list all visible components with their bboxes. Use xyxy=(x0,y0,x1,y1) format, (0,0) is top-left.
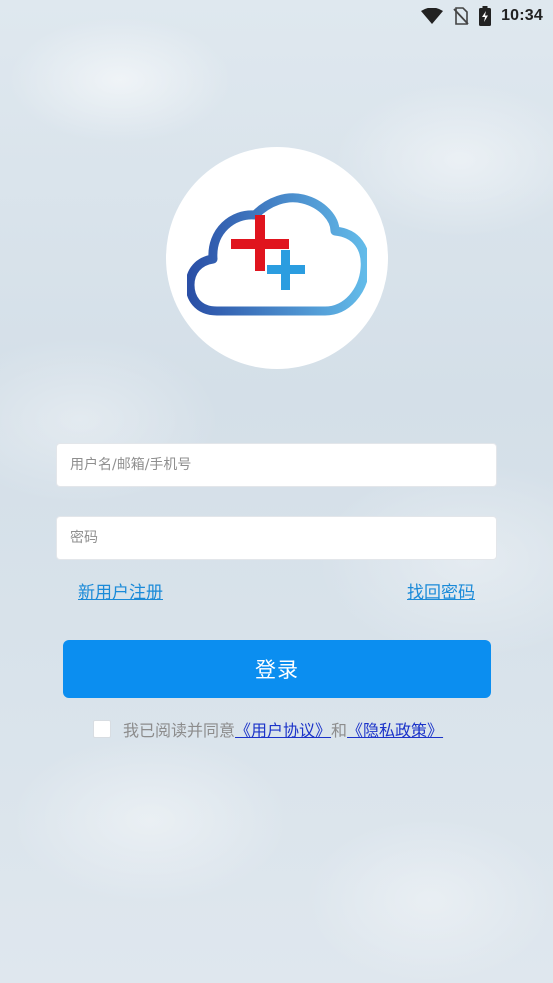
battery-charging-icon xyxy=(479,6,492,26)
status-bar: 10:34 xyxy=(421,0,553,32)
user-agreement-link[interactable]: 《用户协议》 xyxy=(235,717,331,741)
password-input[interactable] xyxy=(57,517,496,559)
register-link[interactable]: 新用户注册 xyxy=(78,578,163,603)
username-field-container xyxy=(56,443,497,487)
app-logo xyxy=(166,147,388,369)
agreement-and: 和 xyxy=(331,721,348,740)
agreement-row: 我已阅读并同意 《用户协议》 和 《隐私政策》 xyxy=(93,717,443,741)
privacy-policy-link[interactable]: 《隐私政策》 xyxy=(347,717,443,741)
status-time: 10:34 xyxy=(501,7,543,24)
cloud-medical-cross-logo xyxy=(187,193,367,316)
login-button[interactable]: 登录 xyxy=(63,640,491,698)
password-field-container xyxy=(56,516,497,560)
agreement-checkbox[interactable] xyxy=(93,720,111,738)
agreement-prefix: 我已阅读并同意 xyxy=(123,721,236,740)
forgot-password-link[interactable]: 找回密码 xyxy=(407,578,475,603)
wifi-icon xyxy=(421,8,444,24)
no-sim-icon xyxy=(453,7,469,25)
username-input[interactable] xyxy=(57,444,496,486)
